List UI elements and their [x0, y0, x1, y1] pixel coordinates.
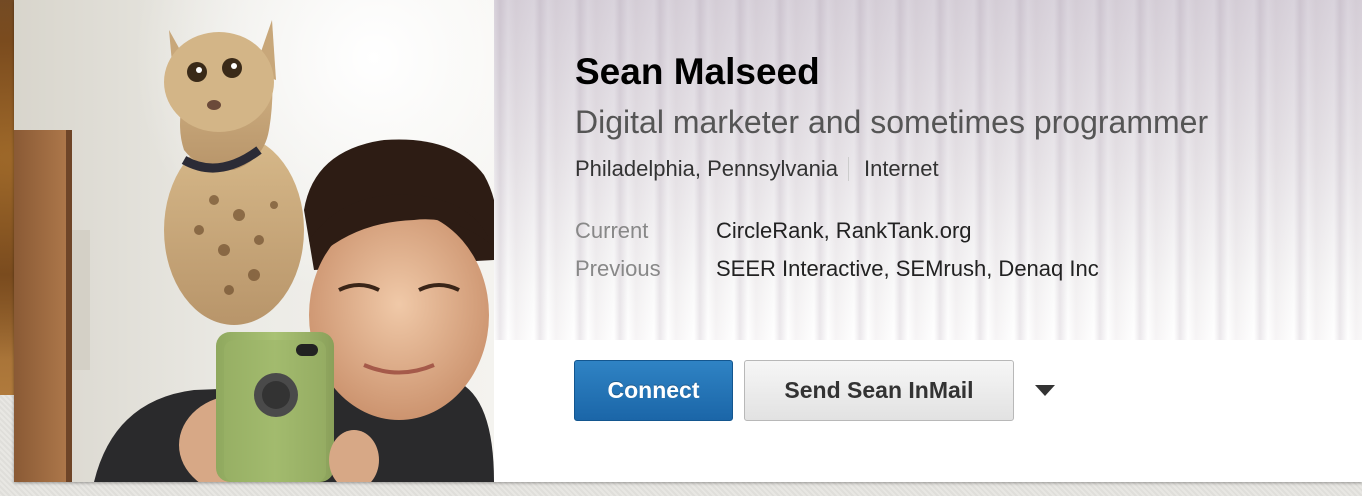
more-actions-button[interactable]	[1028, 371, 1062, 411]
position-label: Previous	[575, 256, 661, 281]
profile-card: Sean Malseed Digital marketer and someti…	[14, 0, 1362, 482]
profile-meta: Philadelphia, Pennsylvania Internet	[575, 155, 1355, 183]
position-value[interactable]: SEER Interactive, SEMrush, Denaq Inc	[716, 250, 1099, 288]
profile-headline: Digital marketer and sometimes programme…	[575, 104, 1209, 140]
meta-divider	[847, 157, 849, 181]
profile-photo[interactable]	[14, 0, 494, 482]
profile-actions: Connect Send Sean InMail	[574, 360, 1062, 421]
profile-photo-image	[14, 0, 494, 482]
caret-down-icon	[1035, 384, 1055, 396]
profile-positions: Current CircleRank, RankTank.org Previou…	[575, 212, 1355, 288]
profile-info: Sean Malseed Digital marketer and someti…	[575, 48, 1355, 288]
profile-name: Sean Malseed	[575, 51, 820, 92]
position-value[interactable]: CircleRank, RankTank.org	[716, 212, 972, 250]
send-inmail-button[interactable]: Send Sean InMail	[744, 360, 1014, 421]
position-row-current: Current CircleRank, RankTank.org	[575, 212, 1355, 250]
connect-button[interactable]: Connect	[574, 360, 733, 421]
profile-location[interactable]: Philadelphia, Pennsylvania	[575, 155, 838, 183]
position-label: Current	[575, 218, 649, 243]
position-row-previous: Previous SEER Interactive, SEMrush, Dena…	[575, 250, 1355, 288]
profile-industry[interactable]: Internet	[864, 155, 939, 183]
